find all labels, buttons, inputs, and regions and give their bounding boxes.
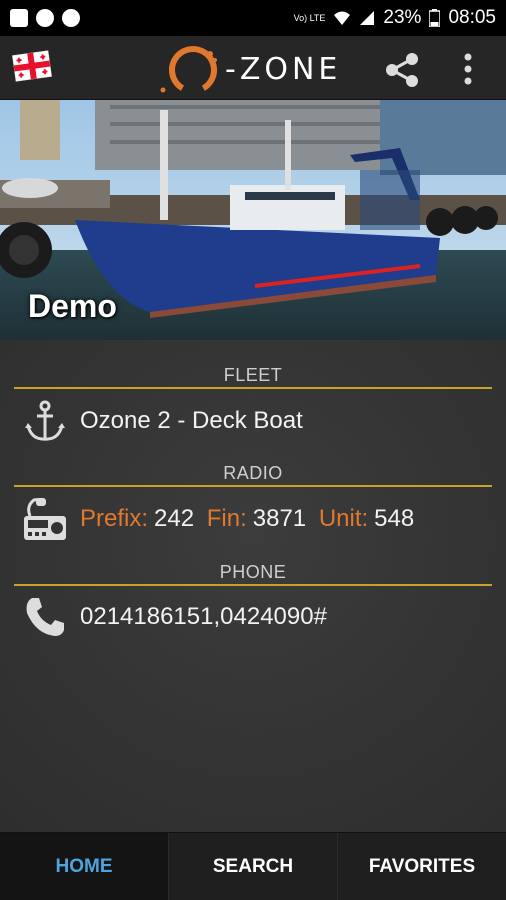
- phone-number[interactable]: 0214186151,0424090#: [80, 603, 327, 631]
- share-icon[interactable]: [382, 52, 422, 88]
- radio-info: Prefix: 242 Fin: 3871 Unit: 548: [80, 505, 420, 533]
- prefix-value: 242: [154, 505, 195, 532]
- radio-divider: [14, 485, 492, 487]
- status-bar: Vo) LTE 23% 08:05: [0, 0, 506, 36]
- radio-icon: [24, 498, 66, 540]
- phone-heading: PHONE: [219, 562, 287, 582]
- battery-icon: [429, 9, 441, 27]
- check-notification-icon: [62, 9, 80, 27]
- vessel-details: FLEET Ozone 2 - Deck Boat RADIO Prefix: 2…: [0, 340, 506, 832]
- status-bar-left: [10, 9, 80, 27]
- phone-row[interactable]: 0214186151,0424090#: [0, 594, 506, 640]
- fleet-name: Ozone 2 - Deck Boat: [80, 407, 303, 434]
- fleet-divider: [14, 387, 492, 389]
- battery-percent: 23%: [383, 7, 422, 28]
- app-bar: -ZONE: [0, 36, 506, 100]
- tab-home[interactable]: HOME: [0, 833, 168, 900]
- phone-icon: [26, 598, 64, 636]
- prefix-label: Prefix:: [80, 505, 149, 532]
- tab-favorites[interactable]: FAVORITES: [337, 833, 506, 900]
- fin-value: 3871: [252, 505, 307, 532]
- fin-label: Fin:: [206, 505, 247, 532]
- overflow-menu-icon[interactable]: [462, 52, 474, 86]
- anchor-icon: [25, 400, 65, 441]
- clock: 08:05: [448, 7, 496, 28]
- unit-value: 548: [374, 505, 415, 532]
- calendar-notification-icon: [10, 9, 28, 27]
- wifi-icon: [334, 11, 351, 25]
- logo-text: -ZONE: [225, 52, 342, 87]
- vessel-photo: Demo: [0, 100, 506, 340]
- unit-label: Unit:: [318, 505, 369, 532]
- ozone-logo: -ZONE: [155, 40, 355, 96]
- radio-row: Prefix: 242 Fin: 3871 Unit: 548: [0, 496, 506, 542]
- fleet-row: Ozone 2 - Deck Boat: [0, 398, 506, 444]
- fleet-heading: FLEET: [223, 365, 283, 385]
- status-bar-right: Vo) LTE 23% 08:05: [294, 7, 496, 29]
- radio-heading: RADIO: [223, 463, 283, 483]
- bottom-navigation: HOME SEARCH FAVORITES: [0, 832, 506, 900]
- phone-divider: [14, 584, 492, 586]
- vessel-name: Demo: [28, 288, 117, 324]
- signal-icon: [360, 11, 375, 25]
- georgia-flag-icon[interactable]: [11, 49, 53, 83]
- phone-notification-icon: [36, 9, 54, 27]
- network-label: Vo) LTE: [293, 12, 326, 23]
- tab-search[interactable]: SEARCH: [168, 833, 337, 900]
